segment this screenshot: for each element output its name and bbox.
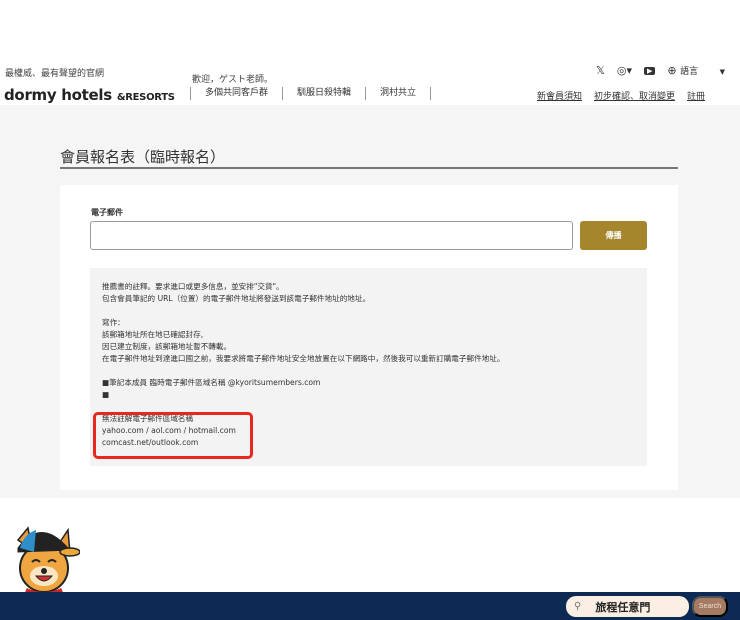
notice-line: [102, 305, 635, 317]
instagram-icon[interactable]: ◎▾: [617, 64, 632, 77]
highlight-box: [93, 412, 253, 459]
page-title: 會員報名表（臨時報名）: [60, 148, 226, 166]
search-value: 旅程任意門: [595, 600, 651, 614]
x-icon[interactable]: 𝕏: [596, 64, 605, 77]
notice-line: 該郵箱地址所在地已確認封存,: [102, 330, 204, 339]
chevron-down-icon: ▼: [719, 68, 725, 76]
notice-line: 寫作：: [102, 318, 125, 327]
welcome-text: 歡迎，ゲスト老師。: [192, 75, 274, 85]
link-confirm-cancel[interactable]: 初步確認、取消變更: [594, 89, 675, 102]
header-links: 新會員須知 初步確認、取消變更 註冊: [537, 89, 705, 102]
search-button[interactable]: Search: [692, 596, 728, 617]
search-icon: ⚲: [574, 601, 582, 612]
logo[interactable]: dormy hotels &RESORTS: [4, 86, 175, 104]
notice-line: 因已建立制度，該郵箱地址暫不轉載。: [102, 342, 232, 351]
title-divider: [60, 167, 678, 169]
social-bar: 𝕏 ◎▾ ▶ ⊕ 語言 ▼: [596, 64, 725, 77]
notice-line: ■筆記本成員 臨時電子郵件區域名稱 @kyoritsumembers.com: [102, 378, 321, 387]
link-register[interactable]: 註冊: [687, 89, 705, 102]
nav-item[interactable]: 馴服日殺特輯: [282, 87, 365, 100]
send-button[interactable]: 傳播: [580, 221, 647, 250]
search-field[interactable]: ⚲ 旅程任意門: [566, 596, 689, 617]
notice-line: 包含會員筆記的 URL（位置）的電子郵件地址將發送到該電子郵件地址的地址。: [102, 294, 371, 303]
nav-item[interactable]: 洞村共立: [365, 87, 432, 100]
link-new-member[interactable]: 新會員須知: [537, 89, 582, 102]
email-input[interactable]: [90, 221, 573, 250]
logo-main: dormy hotels: [4, 86, 112, 104]
globe-icon: ⊕: [667, 64, 677, 77]
tagline: 最權威、最有聲望的官網: [5, 69, 105, 79]
notice-line: 在電子郵件地址到達進口國之前，我要求將電子郵件地址安全地放置在以下網路中，然後我…: [102, 354, 505, 363]
notice-line: [102, 365, 635, 377]
email-label: 電子郵件: [91, 208, 123, 217]
logo-suffix: &RESORTS: [116, 92, 175, 103]
main-nav: 多個共同客戶群 馴服日殺特輯 洞村共立: [190, 87, 432, 100]
youtube-icon[interactable]: ▶: [643, 66, 656, 75]
nav-item[interactable]: 多個共同客戶群: [190, 87, 282, 100]
notice-line: ■: [102, 390, 110, 399]
notice-line: 推薦書的註釋。要求進口或更多信息，並安排"交貨"。: [102, 282, 284, 291]
language-selector[interactable]: ⊕ 語言 ▼: [667, 64, 725, 77]
language-label: 語言: [680, 67, 699, 77]
